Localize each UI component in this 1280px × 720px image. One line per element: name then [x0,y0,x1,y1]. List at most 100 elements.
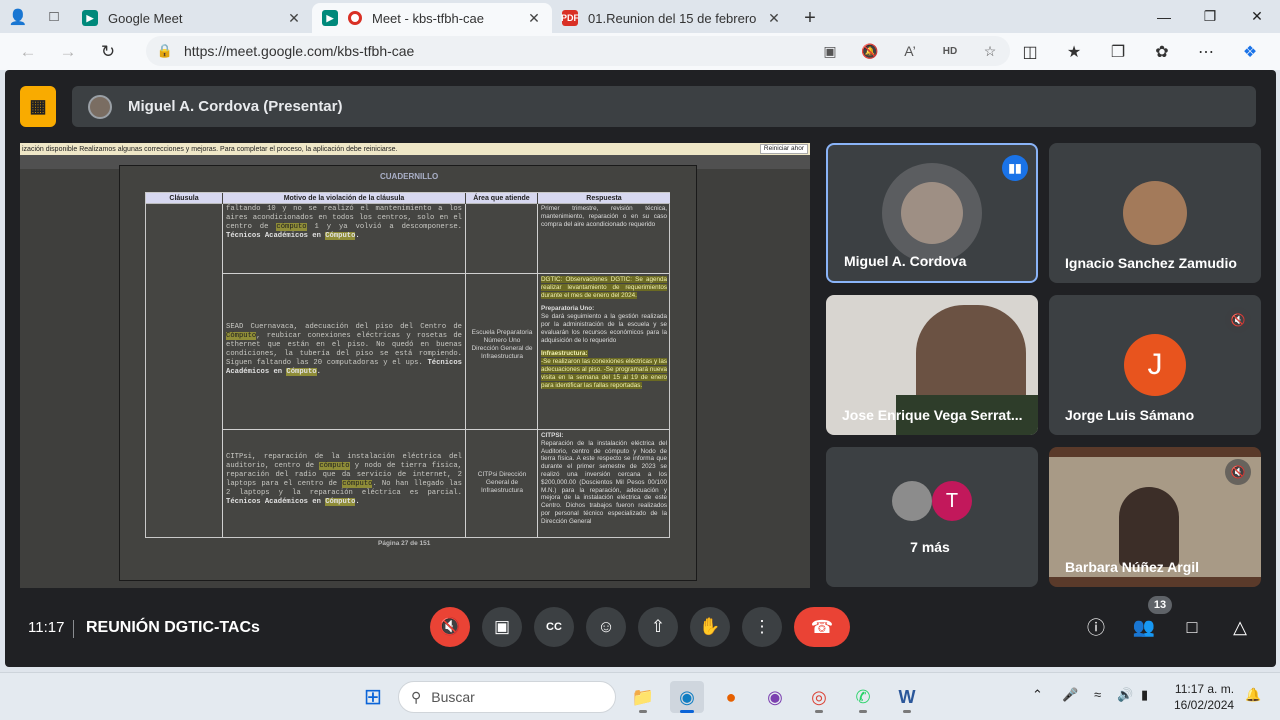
back-button[interactable]: ← [8,36,48,68]
minimize-button[interactable]: — [1141,0,1187,33]
tray-overflow-icon[interactable]: ⌃ [1032,687,1043,703]
presenter-avatar [88,94,112,119]
participant-name: Barbara Núñez Argil [1065,559,1200,575]
col-area: Área que atiende [466,193,537,204]
file-explorer-icon[interactable]: 📁 [626,681,660,713]
mic-toggle-button[interactable]: 🔇 [430,607,470,647]
recording-icon [348,11,362,25]
row2-respuesta: DGTIC: Observaciones DGTIC: Se agenda re… [541,276,667,389]
chrome-icon[interactable]: ◎ [802,681,836,713]
presenter-name: Miguel A. Cordova (Presentar) [128,98,343,115]
mic-off-icon: 🔇 [1225,307,1251,333]
split-screen-icon[interactable]: ◫ [1008,36,1052,68]
tab-meet-active[interactable]: ▶ Meet - kbs-tfbh-cae ✕ [312,3,552,33]
notifications-icon[interactable]: 🔔 [1245,687,1261,703]
new-tab-button[interactable]: + [792,3,828,33]
profile-icon[interactable]: 👤 [0,0,36,33]
row2-motivo: SEAD Cuernavaca, adecuación del piso del… [226,323,462,377]
tab-title: 01.Reunion del 15 de febrero v2.p [588,10,758,26]
taskbar-search[interactable]: ⚲ Buscar [398,681,616,713]
meeting-info-icon[interactable]: ⓘ [1079,610,1113,644]
wifi-icon[interactable]: ≈ [1094,687,1101,702]
captions-button[interactable]: CC [534,607,574,647]
camera-permission-icon[interactable]: ▣ [810,36,850,66]
participant-avatar [1123,181,1187,245]
col-motivo: Motivo de la violación de la cláusula [223,193,465,204]
participant-tile-miguel[interactable]: ▮▮ Miguel A. Cordova [826,143,1038,283]
battery-icon[interactable]: ▮ [1141,687,1148,703]
tab-actions-icon[interactable]: □ [36,0,72,33]
collections-icon[interactable]: ❐ [1096,36,1140,68]
row3-area: CITPsi Dirección General de Infraestruct… [477,471,527,494]
participant-name: Jorge Luis Sámano [1065,407,1195,423]
notifications-off-icon[interactable]: 🔕 [850,36,890,66]
forward-button[interactable]: → [48,36,88,68]
lock-icon[interactable]: 🔒 [146,43,184,59]
firefox-icon[interactable]: ● [714,681,748,713]
tab-title: Google Meet [108,10,183,26]
favorites-icon[interactable]: ★ [1052,36,1096,68]
participant-tile-jorge[interactable]: J 🔇 Jorge Luis Sámano [1049,295,1261,435]
participant-name: Ignacio Sanchez Zamudio [1065,255,1237,271]
participant-tile-jose[interactable]: Jose Enrique Vega Serrat... [826,295,1038,435]
leave-call-button[interactable]: ☎ [794,607,850,647]
tab-title: Meet - kbs-tfbh-cae [372,10,484,26]
edge-icon[interactable]: ◉ [670,681,704,713]
update-notice-text: ización disponible Realizamos algunas co… [22,145,398,153]
meet-favicon-icon: ▶ [82,10,98,26]
hd-icon[interactable]: HD [930,36,970,66]
copilot-icon[interactable]: ❖ [1228,36,1272,68]
present-screen-button[interactable]: ⇧ [638,607,678,647]
row3-motivo: CITPsi, reparación de la instalación elé… [226,453,462,507]
activities-icon[interactable]: △ [1223,610,1257,644]
volume-icon[interactable]: 🔊 [1117,687,1133,703]
restart-button: Reiniciar ahor [759,144,808,154]
participant-tile-barbara[interactable]: 🔇 Barbara Núñez Argil [1049,447,1261,587]
clock-time: 11:17 a. m. [1174,682,1235,696]
shared-screen: ización disponible Realizamos algunas co… [20,143,810,588]
close-window-button[interactable]: ✕ [1234,0,1280,33]
media-app-icon[interactable]: ◉ [758,681,792,713]
update-notice-bar: ización disponible Realizamos algunas co… [20,143,810,155]
performance-icon[interactable]: ✿ [1140,36,1184,68]
people-icon[interactable]: 👥 [1127,610,1161,644]
mic-off-icon: 🔇 [1225,459,1251,485]
participant-name: Miguel A. Cordova [844,253,967,269]
url-text[interactable]: https://meet.google.com/kbs-tfbh-cae [184,43,810,59]
more-menu-icon[interactable]: ⋯ [1184,36,1228,68]
camera-toggle-button[interactable]: ▣ [482,607,522,647]
meeting-title: REUNIÓN DGTIC-TACs [86,619,260,636]
favorite-star-icon[interactable]: ☆ [970,36,1010,66]
taskbar-clock[interactable]: 11:17 a. m. 16/02/2024 [1174,681,1234,713]
search-placeholder: Buscar [431,689,475,705]
participant-tile-ignacio[interactable]: Ignacio Sanchez Zamudio [1049,143,1261,283]
doc-header: CUADERNILLO [380,172,439,181]
address-bar[interactable]: 🔒 https://meet.google.com/kbs-tfbh-cae ▣… [146,36,1010,66]
windows-start-icon[interactable]: ⊞ [356,681,390,713]
page-number: Página 27 de 151 [378,540,431,547]
restore-button[interactable]: ❐ [1187,0,1233,33]
reload-button[interactable]: ↻ [88,36,128,68]
close-tab-icon[interactable]: ✕ [766,10,782,27]
tab-google-meet[interactable]: ▶ Google Meet ✕ [72,3,312,33]
stop-presenting-icon[interactable]: ▦ [20,86,56,127]
row1-respuesta: Primer trimestre, revisión técnica, mant… [541,205,667,228]
close-tab-icon[interactable]: ✕ [286,10,302,27]
tab-pdf[interactable]: PDF 01.Reunion del 15 de febrero v2.p ✕ [552,3,792,33]
microphone-tray-icon[interactable]: 🎤 [1062,687,1078,703]
row1-motivo: faltando 10 y no se realizó el mantenimi… [226,205,462,241]
row2-area: Escuela Preparatoria Número Uno Direcció… [471,329,533,360]
read-aloud-icon[interactable]: A’ [890,36,930,66]
more-options-button[interactable]: ⋮ [742,607,782,647]
whatsapp-icon[interactable]: ✆ [846,681,880,713]
word-icon[interactable]: W [890,681,924,713]
participant-avatar [892,481,932,521]
browser-toolbar: ← → ↻ 🔒 https://meet.google.com/kbs-tfbh… [0,33,1280,70]
windows-taskbar: ⊞ ⚲ Buscar 📁 ◉ ● ◉ ◎ ✆ W ⌃ 🎤 ≈ 🔊 ▮ 11:17… [0,672,1280,720]
close-tab-icon[interactable]: ✕ [526,10,542,27]
reactions-button[interactable]: ☺ [586,607,626,647]
chat-icon[interactable]: □ [1175,610,1209,644]
raise-hand-button[interactable]: ✋ [690,607,730,647]
participant-tile-others[interactable]: T 7 más [826,447,1038,587]
participant-name: Jose Enrique Vega Serrat... [842,407,1023,423]
